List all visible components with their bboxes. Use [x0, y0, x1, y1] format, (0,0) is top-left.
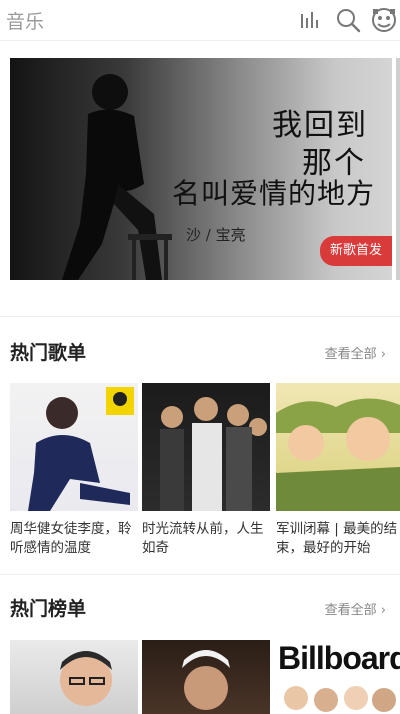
- hot-charts-see-all[interactable]: 查看全部 ›: [325, 599, 386, 618]
- section-divider-2: [0, 574, 400, 575]
- chart-card-2[interactable]: [142, 640, 270, 714]
- playlist-cover-1: [28, 387, 134, 511]
- playlist-caption-2[interactable]: 时光流转从前，人生如奇: [142, 520, 274, 558]
- chart-cover-2: [182, 650, 230, 710]
- playlist-caption-1[interactable]: 周华健女徒李度，聆听感情的温度: [10, 520, 142, 558]
- hot-playlists-title: 热门歌单: [10, 342, 87, 364]
- page-title: 音乐: [6, 11, 45, 33]
- chart-card-3[interactable]: Billboard: [276, 640, 400, 714]
- app-header: 音乐: [0, 0, 400, 40]
- section-divider: [0, 316, 400, 317]
- hot-playlists-see-all[interactable]: 查看全部 ›: [325, 343, 386, 362]
- playlist-cover-3: [276, 398, 400, 511]
- playlist-card-2[interactable]: [142, 383, 270, 511]
- promo-banner[interactable]: 我回到 那个 名叫爱情的地方 沙 / 宝亮 新歌首发: [10, 58, 392, 280]
- chevron-right-icon: ›: [380, 603, 386, 618]
- banner-headline-3: 名叫爱情的地方: [172, 177, 376, 210]
- playlist-cover-2: [160, 397, 267, 511]
- chart-cover-3: [284, 686, 396, 712]
- profile-icon[interactable]: [370, 6, 398, 34]
- search-icon[interactable]: [334, 6, 362, 34]
- next-banner-peek: [396, 58, 400, 280]
- banner-artist: 沙 / 宝亮: [186, 226, 246, 244]
- header-divider: [0, 40, 400, 41]
- chart-cover-1: [60, 651, 112, 706]
- playlist-card-1[interactable]: [10, 383, 138, 511]
- chart-card-1[interactable]: [10, 640, 138, 714]
- artist-figure: [62, 74, 172, 280]
- playlist-card-3[interactable]: [276, 383, 400, 511]
- chevron-right-icon: ›: [380, 347, 386, 362]
- new-release-badge[interactable]: 新歌首发: [320, 236, 392, 266]
- billboard-logo: Billboard: [278, 640, 400, 676]
- hot-charts-title: 热门榜单: [10, 598, 87, 620]
- bars-icon[interactable]: [296, 6, 324, 34]
- see-all-label: 查看全部: [324, 603, 377, 618]
- playlist-caption-3[interactable]: 军训闭幕 | 最美的结束，最好的开始: [276, 520, 400, 558]
- see-all-label: 查看全部: [324, 347, 377, 362]
